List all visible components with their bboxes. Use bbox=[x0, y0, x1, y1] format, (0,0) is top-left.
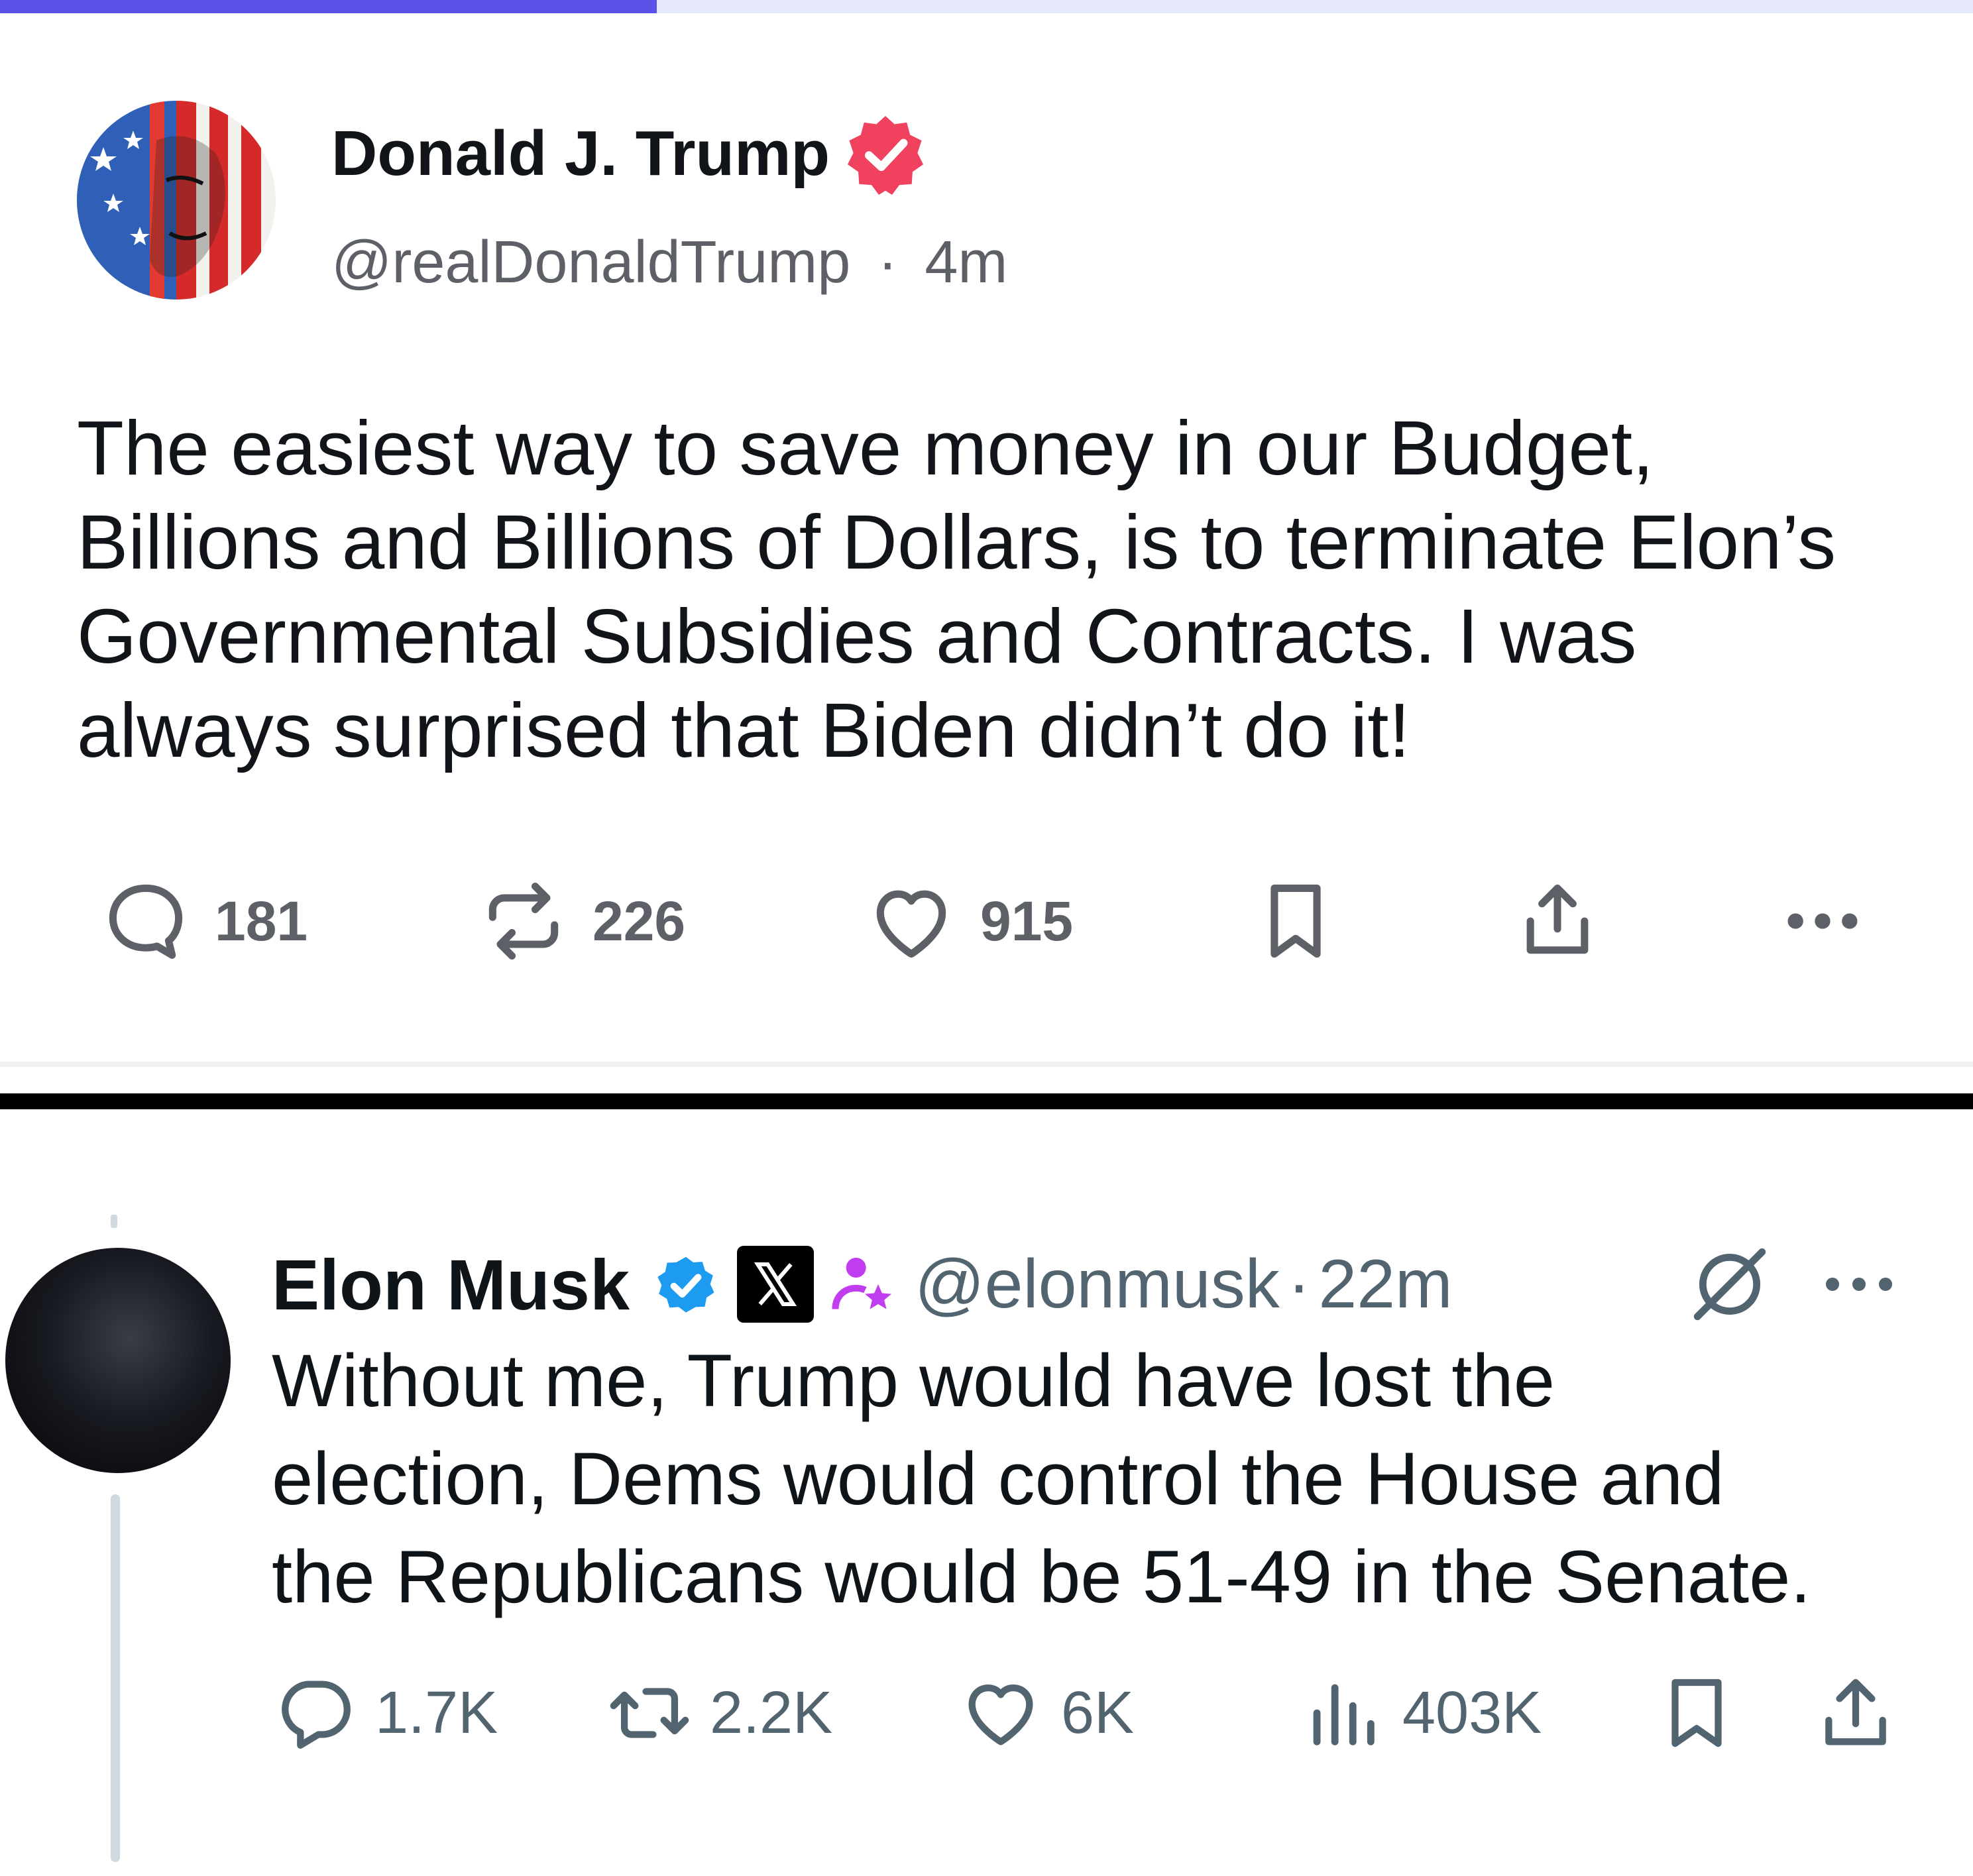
post-body-line: Without me, Trump would have lost the bbox=[272, 1339, 1555, 1422]
share-icon bbox=[1526, 884, 1589, 954]
affiliate-badge-icon bbox=[832, 1258, 892, 1309]
post-body: The easiest way to save money in our Bud… bbox=[77, 401, 1946, 777]
author-header: Elon Musk @elonmusk · 22m bbox=[272, 1238, 1453, 1331]
post-time[interactable]: 4m bbox=[925, 229, 1007, 296]
retruth-icon bbox=[488, 882, 559, 960]
post-body-line: always surprised that Biden didn’t do it… bbox=[77, 687, 1410, 773]
post-body-line: election, Dems would control the House a… bbox=[272, 1437, 1724, 1520]
story-progress-track bbox=[0, 0, 1973, 13]
reply-icon bbox=[109, 884, 183, 959]
reply-button[interactable]: 181 bbox=[99, 868, 308, 974]
bookmark-button[interactable] bbox=[1249, 868, 1342, 974]
grok-icon[interactable] bbox=[1687, 1241, 1773, 1327]
post-body-line: Billions and Billions of Dollars, is to … bbox=[77, 499, 1836, 585]
author-name-row[interactable]: Donald J. Trump bbox=[331, 113, 927, 195]
truth-post[interactable]: Donald J. Trump @realDonaldTrump · 4m Th… bbox=[0, 13, 1973, 1074]
views-button[interactable]: 403K bbox=[1299, 1660, 1542, 1766]
more-icon[interactable] bbox=[1819, 1261, 1899, 1307]
more-icon bbox=[1787, 913, 1858, 929]
verified-badge-icon bbox=[657, 1256, 714, 1313]
post-time[interactable]: 22m bbox=[1318, 1246, 1452, 1323]
author-handle[interactable]: @elonmusk bbox=[915, 1246, 1280, 1323]
share-button[interactable] bbox=[1813, 1660, 1899, 1766]
reply-button[interactable]: 1.7K bbox=[272, 1660, 498, 1766]
story-progress-fill bbox=[0, 0, 657, 13]
screenshot-separator bbox=[0, 1093, 1973, 1109]
reply-count: 1.7K bbox=[375, 1679, 498, 1746]
avatar[interactable] bbox=[77, 101, 276, 300]
reply-icon bbox=[282, 1681, 351, 1749]
more-button[interactable] bbox=[1776, 868, 1869, 974]
post-body: Without me, Trump would have lost the el… bbox=[272, 1332, 1942, 1626]
avatar-flag-portrait bbox=[77, 101, 276, 300]
x-logo-icon bbox=[737, 1246, 815, 1323]
bookmark-icon bbox=[1671, 1679, 1722, 1747]
author-name[interactable]: Elon Musk bbox=[272, 1243, 630, 1326]
share-icon bbox=[1825, 1679, 1886, 1745]
post-actions: 181 226 915 bbox=[0, 868, 1973, 974]
like-icon bbox=[876, 890, 946, 958]
repost-icon bbox=[610, 1688, 689, 1738]
divider bbox=[0, 1062, 1973, 1067]
like-count: 6K bbox=[1061, 1679, 1135, 1746]
retruth-button[interactable]: 226 bbox=[477, 868, 685, 974]
views-icon bbox=[1313, 1684, 1375, 1745]
post-body-line: The easiest way to save money in our Bud… bbox=[77, 405, 1654, 491]
x-logo-glyph bbox=[754, 1262, 797, 1306]
like-icon bbox=[968, 1684, 1033, 1745]
bookmark-button[interactable] bbox=[1654, 1660, 1740, 1766]
bookmark-icon bbox=[1270, 884, 1321, 958]
meta-separator: · bbox=[1287, 1245, 1311, 1323]
author-meta: @elonmusk · 22m bbox=[915, 1245, 1453, 1324]
post-body-line: the Republicans would be 51-49 in the Se… bbox=[272, 1535, 1811, 1618]
repost-button[interactable]: 2.2K bbox=[606, 1660, 832, 1766]
post-actions: 1.7K 2.2K 6K 403K bbox=[0, 1660, 1973, 1766]
author-meta: @realDonaldTrump · 4m bbox=[331, 229, 1007, 297]
retruth-count: 226 bbox=[592, 889, 686, 952]
share-button[interactable] bbox=[1511, 868, 1604, 974]
repost-count: 2.2K bbox=[710, 1679, 833, 1746]
views-count: 403K bbox=[1402, 1679, 1542, 1746]
reply-count: 181 bbox=[215, 889, 308, 952]
thread-connector-top bbox=[111, 1215, 117, 1228]
verified-badge-icon bbox=[848, 115, 924, 195]
author-name[interactable]: Donald J. Trump bbox=[331, 117, 830, 190]
post-body-line: Governmental Subsidies and Contracts. I … bbox=[77, 593, 1637, 679]
like-button[interactable]: 6K bbox=[958, 1660, 1134, 1766]
meta-separator: · bbox=[877, 229, 898, 296]
like-count: 915 bbox=[980, 889, 1074, 952]
avatar[interactable] bbox=[5, 1248, 231, 1473]
author-handle[interactable]: @realDonaldTrump bbox=[331, 229, 850, 296]
like-button[interactable]: 915 bbox=[865, 868, 1073, 974]
